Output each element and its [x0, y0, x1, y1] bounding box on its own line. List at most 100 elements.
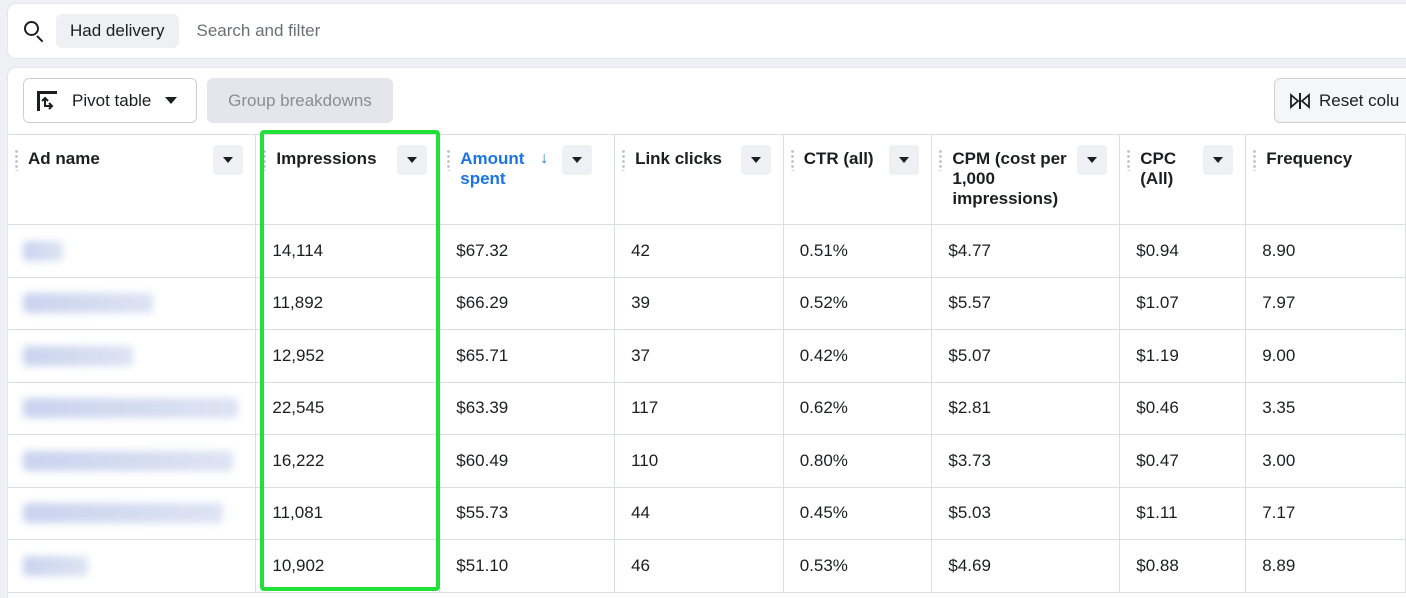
link-clicks-cell: 42: [614, 224, 784, 278]
link-clicks-cell: 46: [614, 539, 784, 593]
ctr-cell: 0.42%: [783, 329, 933, 383]
drag-handle-icon[interactable]: [790, 149, 794, 171]
impressions-cell: 22,545: [255, 382, 441, 435]
frequency-cell: 3.35: [1245, 382, 1406, 435]
cpm-cell: $2.81: [931, 382, 1121, 435]
amount-spent-cell: $66.29: [439, 277, 616, 330]
search-input[interactable]: [182, 14, 783, 48]
pivot-table-button[interactable]: Pivot table: [23, 78, 197, 123]
amount-spent-cell: $63.39: [439, 382, 616, 435]
impressions-cell: 11,081: [255, 487, 441, 540]
table-row[interactable]: 12,952 $65.71 37 0.42% $5.07 $1.19 9.00: [8, 329, 1406, 383]
ad-name-cell[interactable]: [8, 382, 257, 435]
cpm-cell: $5.07: [931, 329, 1121, 383]
drag-handle-icon[interactable]: [622, 149, 626, 171]
ctr-cell: 0.51%: [783, 224, 933, 278]
reset-columns-button[interactable]: Reset colu: [1274, 78, 1406, 123]
column-label: Amount spent: [460, 149, 525, 188]
column-menu-button[interactable]: [740, 145, 771, 175]
frequency-cell: 9.00: [1245, 329, 1406, 383]
impressions-cell: 10,902: [255, 539, 441, 593]
column-menu-button[interactable]: [213, 145, 244, 175]
column-label: Impressions: [276, 149, 377, 168]
pivot-table-label: Pivot table: [72, 90, 152, 110]
ad-name-cell[interactable]: [8, 539, 257, 593]
ctr-cell: 0.52%: [783, 277, 933, 330]
link-clicks-cell: 37: [614, 329, 784, 383]
cpc-cell: $1.11: [1119, 487, 1247, 540]
impressions-cell: 14,114: [255, 224, 441, 278]
column-header-cpm[interactable]: CPM (cost per 1,000 impressions): [931, 134, 1121, 225]
ads-report-table: Ad name Impressions Amount spent ↓ Link c…: [8, 134, 1406, 593]
cpc-cell: $0.46: [1119, 382, 1247, 435]
redacted-ad-name: [23, 503, 223, 524]
column-header-amount-spent[interactable]: Amount spent ↓: [439, 134, 616, 225]
impressions-cell: 11,892: [255, 277, 441, 330]
ctr-cell: 0.53%: [783, 539, 933, 593]
drag-handle-icon[interactable]: [939, 149, 943, 171]
redacted-ad-name: [23, 555, 88, 576]
group-breakdowns-button[interactable]: Group breakdowns: [207, 78, 393, 123]
table-row[interactable]: 11,081 $55.73 44 0.45% $5.03 $1.11 7.17: [8, 487, 1406, 540]
filter-chip-had-delivery[interactable]: Had delivery: [56, 14, 179, 48]
search-icon[interactable]: [22, 19, 46, 43]
column-header-ad-name[interactable]: Ad name: [8, 134, 257, 225]
cpc-cell: $0.88: [1119, 539, 1247, 593]
drag-handle-icon[interactable]: [15, 149, 18, 171]
frequency-cell: 8.89: [1245, 539, 1406, 593]
cpm-cell: $5.03: [931, 487, 1121, 540]
caret-down-icon: [1213, 157, 1224, 163]
cpc-cell: $0.94: [1119, 224, 1247, 278]
caret-down-icon: [572, 157, 583, 163]
amount-spent-cell: $67.32: [439, 224, 616, 278]
column-menu-button[interactable]: [562, 145, 593, 175]
column-header-link-clicks[interactable]: Link clicks: [614, 134, 784, 225]
report-panel: Pivot table Group breakdowns Reset colu …: [8, 68, 1406, 598]
table-row[interactable]: 16,222 $60.49 110 0.80% $3.73 $0.47 3.00: [8, 434, 1406, 488]
cpm-cell: $3.73: [931, 434, 1121, 488]
caret-down-icon: [165, 97, 178, 104]
column-header-impressions[interactable]: Impressions: [255, 134, 441, 225]
table-row[interactable]: 10,902 $51.10 46 0.53% $4.69 $0.88 8.89: [8, 539, 1406, 593]
ad-name-cell[interactable]: [8, 277, 257, 330]
ad-name-cell[interactable]: [8, 434, 257, 488]
drag-handle-icon[interactable]: [447, 149, 451, 171]
redacted-ad-name: [23, 450, 233, 471]
column-menu-button[interactable]: [1203, 145, 1234, 175]
ctr-cell: 0.62%: [783, 382, 933, 435]
arrow-down-icon: ↓: [540, 150, 549, 167]
drag-handle-icon[interactable]: [1253, 149, 1257, 171]
column-header-frequency[interactable]: Frequency: [1245, 134, 1406, 225]
pivot-table-icon: [36, 90, 58, 112]
column-menu-button[interactable]: [397, 145, 428, 175]
search-bar: Had delivery: [8, 4, 1406, 58]
drag-handle-icon[interactable]: [1127, 149, 1131, 171]
column-menu-button[interactable]: [1077, 145, 1108, 175]
reset-columns-icon: [1289, 91, 1311, 111]
cpc-cell: $1.19: [1119, 329, 1247, 383]
frequency-cell: 8.90: [1245, 224, 1406, 278]
ad-name-cell[interactable]: [8, 487, 257, 540]
ad-name-cell[interactable]: [8, 329, 257, 383]
drag-handle-icon[interactable]: [263, 149, 267, 171]
column-menu-button[interactable]: [889, 145, 920, 175]
cpc-cell: $0.47: [1119, 434, 1247, 488]
amount-spent-cell: $55.73: [439, 487, 616, 540]
table-row[interactable]: 14,114 $67.32 42 0.51% $4.77 $0.94 8.90: [8, 224, 1406, 278]
frequency-cell: 7.97: [1245, 277, 1406, 330]
table-header-row: Ad name Impressions Amount spent ↓ Link c…: [8, 134, 1406, 225]
frequency-cell: 7.17: [1245, 487, 1406, 540]
link-clicks-cell: 44: [614, 487, 784, 540]
table-row[interactable]: 22,545 $63.39 117 0.62% $2.81 $0.46 3.35: [8, 382, 1406, 435]
column-label: Frequency: [1266, 149, 1353, 168]
column-label: CPC (All): [1140, 149, 1177, 188]
column-header-cpc[interactable]: CPC (All): [1119, 134, 1247, 225]
amount-spent-cell: $60.49: [439, 434, 616, 488]
column-header-ctr[interactable]: CTR (all): [783, 134, 933, 225]
frequency-cell: 3.00: [1245, 434, 1406, 488]
ctr-cell: 0.45%: [783, 487, 933, 540]
ad-name-cell[interactable]: [8, 224, 257, 278]
column-label: CTR (all): [803, 149, 874, 168]
column-label: CPM (cost per 1,000 impressions): [952, 149, 1067, 208]
table-row[interactable]: 11,892 $66.29 39 0.52% $5.57 $1.07 7.97: [8, 277, 1406, 330]
